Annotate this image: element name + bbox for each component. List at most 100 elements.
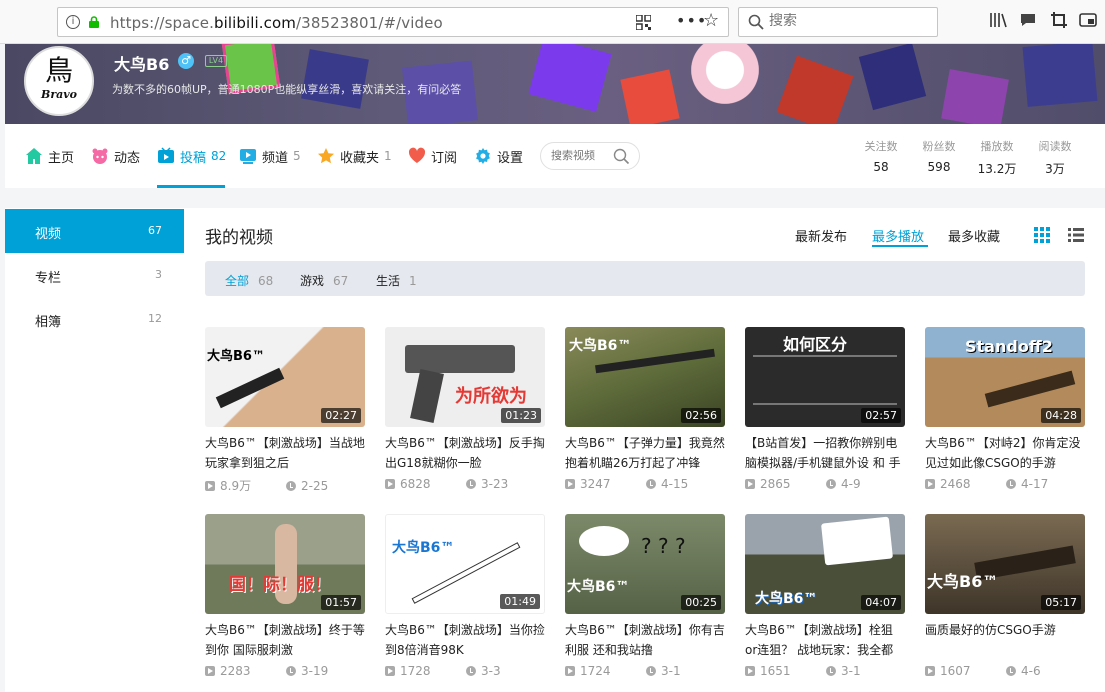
qr-code-icon[interactable]: [636, 15, 651, 30]
duration-badge: 05:17: [1041, 595, 1081, 610]
stat-followers[interactable]: 粉丝数 598: [914, 138, 964, 174]
filter-games[interactable]: 游戏 67: [300, 272, 348, 289]
search-icon[interactable]: [613, 148, 630, 165]
video-thumbnail[interactable]: 大鸟B6™ 04:07: [745, 514, 905, 614]
video-card[interactable]: 大鸟B6™ 02:27 大鸟B6™【刺激战场】当战地玩家拿到狙之后 8.9万 2-…: [205, 327, 365, 497]
avatar[interactable]: 鳥 Bravo: [24, 46, 94, 116]
bookmark-star-icon[interactable]: ☆: [703, 10, 719, 31]
video-title[interactable]: 画质最好的仿CSGO手游: [925, 620, 1085, 660]
thumbnail-art: [215, 367, 285, 409]
video-card[interactable]: 为所欲为 01:23 大鸟B6™【刺激战场】反手掏出G18就糊你一脸 6828 3…: [385, 327, 545, 497]
video-thumbnail[interactable]: 大鸟B6™ 05:17: [925, 514, 1085, 614]
duration-badge: 04:07: [861, 595, 901, 610]
video-card[interactable]: Standoff2 04:28 大鸟B6™【对峙2】你肯定没见过如此像CSGO的…: [925, 327, 1085, 497]
nav-settings[interactable]: 设置: [474, 124, 523, 188]
video-thumbnail[interactable]: 大鸟B6™ 02:56: [565, 327, 725, 427]
nav-label: 投稿: [180, 150, 207, 166]
video-thumbnail[interactable]: 为所欲为 01:23: [385, 327, 545, 427]
banner-decoration: [776, 55, 854, 124]
video-title[interactable]: 大鸟B6™【刺激战场】你有吉利服 还和我站撸: [565, 620, 725, 660]
male-gender-icon: ♂: [178, 53, 194, 69]
stat-following[interactable]: 关注数 58: [856, 138, 906, 174]
video-meta: 1607 4-6: [925, 664, 1085, 678]
nav-channels[interactable]: 频道 5: [239, 124, 301, 188]
play-count: 2283: [220, 664, 251, 678]
play-count: 6828: [400, 477, 431, 491]
nav-favorites[interactable]: 收藏夹 1: [317, 124, 392, 188]
sidebar-item-label: 相簿: [35, 315, 62, 330]
clock-icon: [466, 479, 476, 489]
dynamic-icon: [92, 148, 108, 164]
video-thumbnail[interactable]: 大鸟B6™ 01:49: [385, 514, 545, 614]
sidebar-item-count: 67: [148, 224, 162, 237]
video-card[interactable]: ? ? ? 大鸟B6™ 00:25 大鸟B6™【刺激战场】你有吉利服 还和我站撸…: [565, 514, 725, 684]
thumbnail-caption: 国！际！服！: [229, 575, 331, 595]
video-thumbnail[interactable]: Standoff2 04:28: [925, 327, 1085, 427]
sidebar-item-videos[interactable]: 视频 67: [5, 209, 184, 253]
banner-decoration: [665, 44, 785, 114]
video-title[interactable]: 大鸟B6™【子弹力量】我竟然抱着机瞄26万打起了冲锋: [565, 433, 725, 473]
lock-icon: [89, 16, 99, 28]
sort-most-played[interactable]: 最多播放: [872, 226, 924, 245]
nav-label: 动态: [114, 150, 141, 166]
avatar-subtext: Bravo: [41, 88, 77, 101]
play-count: 1607: [940, 664, 971, 678]
video-title[interactable]: 大鸟B6™【刺激战场】当战地玩家拿到狙之后: [205, 433, 365, 473]
grid-view-icon[interactable]: [1034, 227, 1050, 243]
video-thumbnail[interactable]: 国！际！服！ 01:57: [205, 514, 365, 614]
browser-search-input[interactable]: [769, 13, 929, 29]
video-card[interactable]: 大鸟B6™ 02:56 大鸟B6™【子弹力量】我竟然抱着机瞄26万打起了冲锋 3…: [565, 327, 725, 497]
video-search[interactable]: [540, 142, 640, 170]
nav-dynamic[interactable]: 动态: [91, 124, 140, 188]
library-icon[interactable]: [988, 10, 1008, 30]
sort-latest[interactable]: 最新发布: [795, 226, 847, 245]
crop-icon[interactable]: [1049, 10, 1069, 30]
clock-icon: [1006, 666, 1016, 676]
thumbnail-caption: 大鸟B6™: [927, 572, 999, 591]
video-title[interactable]: 大鸟B6™【刺激战场】栓狙or连狙？ 战地玩家：我全都要: [745, 620, 905, 660]
address-bar[interactable]: i https://space.bilibili.com/38523801/#/…: [57, 7, 729, 37]
browser-search-bar[interactable]: [738, 7, 938, 37]
filter-all[interactable]: 全部 68: [225, 272, 273, 289]
window-icon[interactable]: [1078, 10, 1098, 30]
sidebar-item-label: 视频: [35, 227, 62, 242]
stat-reads: 阅读数 3万: [1030, 138, 1080, 177]
page-title: 我的视频: [205, 228, 273, 248]
sidebar-item-articles[interactable]: 专栏 3: [5, 253, 184, 297]
info-icon[interactable]: i: [66, 15, 80, 29]
video-card[interactable]: 大鸟B6™ 05:17 画质最好的仿CSGO手游 1607 4-6: [925, 514, 1085, 684]
video-card[interactable]: 大鸟B6™ 04:07 大鸟B6™【刺激战场】栓狙or连狙？ 战地玩家：我全都要…: [745, 514, 905, 684]
stat-label: 粉丝数: [922, 140, 956, 153]
nav-subscriptions[interactable]: 订阅: [408, 124, 457, 188]
sort-most-favorited[interactable]: 最多收藏: [948, 226, 1000, 245]
video-card[interactable]: 如何区分 02:57 【B站首发】一招教你辨别电脑模拟器/手机键鼠外设 和 手 …: [745, 327, 905, 497]
video-icon: [158, 147, 174, 163]
upload-date: 4-9: [841, 477, 861, 491]
gear-icon: [476, 148, 490, 164]
duration-badge: 01:57: [321, 595, 361, 610]
video-thumbnail[interactable]: ? ? ? 大鸟B6™ 00:25: [565, 514, 725, 614]
video-title[interactable]: 大鸟B6™【刺激战场】反手掏出G18就糊你一脸: [385, 433, 545, 473]
video-title[interactable]: 大鸟B6™【刺激战场】当你捡到8倍消音98K: [385, 620, 545, 660]
chat-icon[interactable]: [1018, 10, 1038, 30]
nav-count: 82: [211, 149, 227, 163]
video-title[interactable]: 【B站首发】一招教你辨别电脑模拟器/手机键鼠外设 和 手: [745, 433, 905, 473]
video-card[interactable]: 国！际！服！ 01:57 大鸟B6™【刺激战场】终于等到你 国际服刺激 2283…: [205, 514, 365, 684]
video-title[interactable]: 大鸟B6™【刺激战场】终于等到你 国际服刺激: [205, 620, 365, 660]
video-search-input[interactable]: [551, 149, 616, 162]
nav-submissions[interactable]: 投稿 82: [157, 124, 226, 188]
filter-life[interactable]: 生活 1: [376, 272, 417, 289]
video-card[interactable]: 大鸟B6™ 01:49 大鸟B6™【刺激战场】当你捡到8倍消音98K 1728 3…: [385, 514, 545, 684]
upload-date: 2-25: [301, 479, 329, 493]
nav-home[interactable]: 主页: [25, 124, 74, 188]
video-title[interactable]: 大鸟B6™【对峙2】你肯定没见过如此像CSGO的手游: [925, 433, 1085, 473]
sidebar-item-albums[interactable]: 相簿 12: [5, 297, 184, 341]
list-view-icon[interactable]: [1068, 227, 1084, 243]
play-count: 2468: [940, 477, 971, 491]
user-signature: 为数不多的60帧UP，普通1080P也能纵享丝滑，喜欢请关注，有问必答: [112, 83, 462, 96]
video-thumbnail[interactable]: 如何区分 02:57: [745, 327, 905, 427]
video-thumbnail[interactable]: 大鸟B6™ 02:27: [205, 327, 365, 427]
banner-decoration: [301, 49, 369, 109]
upload-date: 3-19: [301, 664, 329, 678]
play-count-icon: [925, 479, 935, 489]
